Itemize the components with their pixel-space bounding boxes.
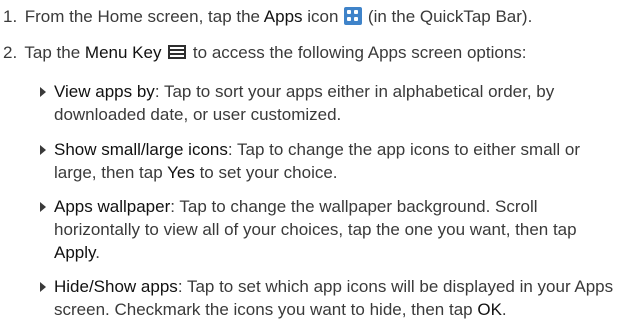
option-view-apps-by: View apps by: Tap to sort your apps eith… bbox=[40, 80, 626, 126]
menu-key-term: Menu Key bbox=[84, 43, 162, 62]
apps-term: Apps bbox=[263, 7, 303, 26]
apps-grid-icon bbox=[344, 7, 363, 25]
bullet-arrow-icon bbox=[40, 87, 46, 97]
option-text: Apps wallpaper: Tap to change the wallpa… bbox=[40, 195, 626, 264]
step-2: 2. Tap the Menu Key to access the follow… bbox=[3, 41, 527, 64]
step-text: (in the QuickTap Bar). bbox=[363, 7, 533, 26]
option-text: Hide/Show apps: Tap to set which app ico… bbox=[40, 275, 626, 321]
option-action: Yes bbox=[167, 163, 195, 182]
option-description-end: . bbox=[501, 300, 507, 319]
step-text: From the Home screen, tap the bbox=[24, 7, 264, 26]
option-text: Show small/large icons: Tap to change th… bbox=[40, 138, 626, 184]
option-action: OK bbox=[477, 300, 502, 319]
option-text: View apps by: Tap to sort your apps eith… bbox=[40, 80, 626, 126]
option-term: Hide/Show apps bbox=[54, 277, 178, 296]
step-text: icon bbox=[302, 7, 344, 26]
option-hide-show-apps: Hide/Show apps: Tap to set which app ico… bbox=[40, 275, 626, 321]
bullet-arrow-icon bbox=[40, 145, 46, 155]
option-action: Apply bbox=[54, 243, 96, 262]
option-description-end: . bbox=[95, 243, 100, 262]
option-show-icons: Show small/large icons: Tap to change th… bbox=[40, 138, 626, 184]
instruction-document: 1. From the Home screen, tap the Apps ic… bbox=[0, 0, 634, 334]
step-number: 1. bbox=[3, 7, 18, 26]
option-term: Apps wallpaper bbox=[54, 197, 171, 216]
bullet-arrow-icon bbox=[40, 202, 46, 212]
option-term: Show small/large icons bbox=[54, 140, 228, 159]
step-text: to access the following Apps screen opti… bbox=[188, 43, 527, 62]
step-1: 1. From the Home screen, tap the Apps ic… bbox=[3, 5, 532, 28]
bullet-arrow-icon bbox=[40, 282, 46, 292]
option-apps-wallpaper: Apps wallpaper: Tap to change the wallpa… bbox=[40, 195, 626, 264]
step-number: 2. bbox=[3, 43, 18, 62]
menu-key-icon bbox=[168, 45, 187, 59]
option-description-end: to set your choice. bbox=[194, 163, 338, 182]
step-text: Tap the bbox=[24, 43, 85, 62]
option-term: View apps by bbox=[54, 82, 155, 101]
